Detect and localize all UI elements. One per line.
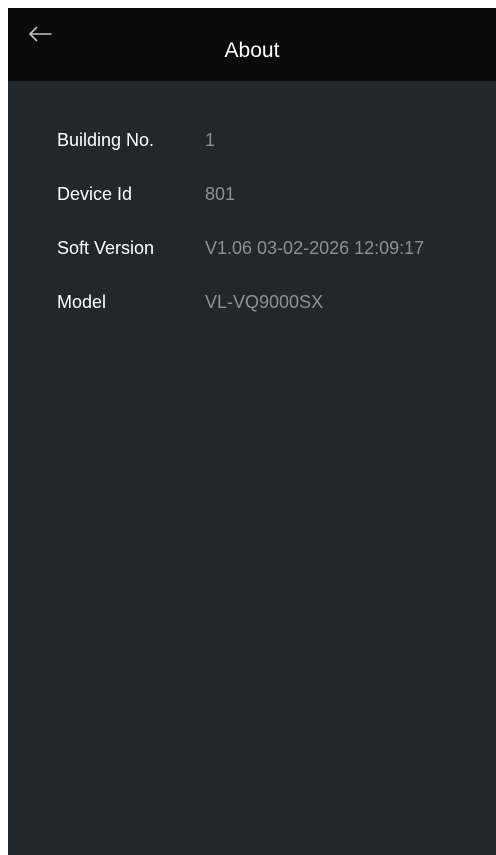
page-title: About xyxy=(224,39,280,62)
device-info-list: Building No. 1 Device Id 801 Soft Versio… xyxy=(57,123,477,339)
device-id-value: 801 xyxy=(205,184,236,204)
model-value: VL-VQ9000SX xyxy=(205,292,324,312)
building-no-label: Building No. xyxy=(57,130,155,150)
info-row-building: Building No. 1 xyxy=(57,123,477,177)
info-row-device-id: Device Id 801 xyxy=(57,177,477,231)
device-id-label: Device Id xyxy=(57,184,133,204)
info-row-soft-version: Soft Version V1.06 03-02-2026 12:09:17 xyxy=(57,231,477,285)
soft-version-label: Soft Version xyxy=(57,238,155,258)
back-button[interactable] xyxy=(22,26,58,62)
model-label: Model xyxy=(57,292,107,312)
soft-version-value: V1.06 03-02-2026 12:09:17 xyxy=(205,238,425,258)
top-bar: About xyxy=(8,8,496,81)
info-row-model: Model VL-VQ9000SX xyxy=(57,285,477,339)
about-screen: About Building No. 1 Device Id 801 Soft … xyxy=(8,8,496,855)
building-no-value: 1 xyxy=(205,130,216,150)
arrow-left-icon xyxy=(29,26,52,42)
